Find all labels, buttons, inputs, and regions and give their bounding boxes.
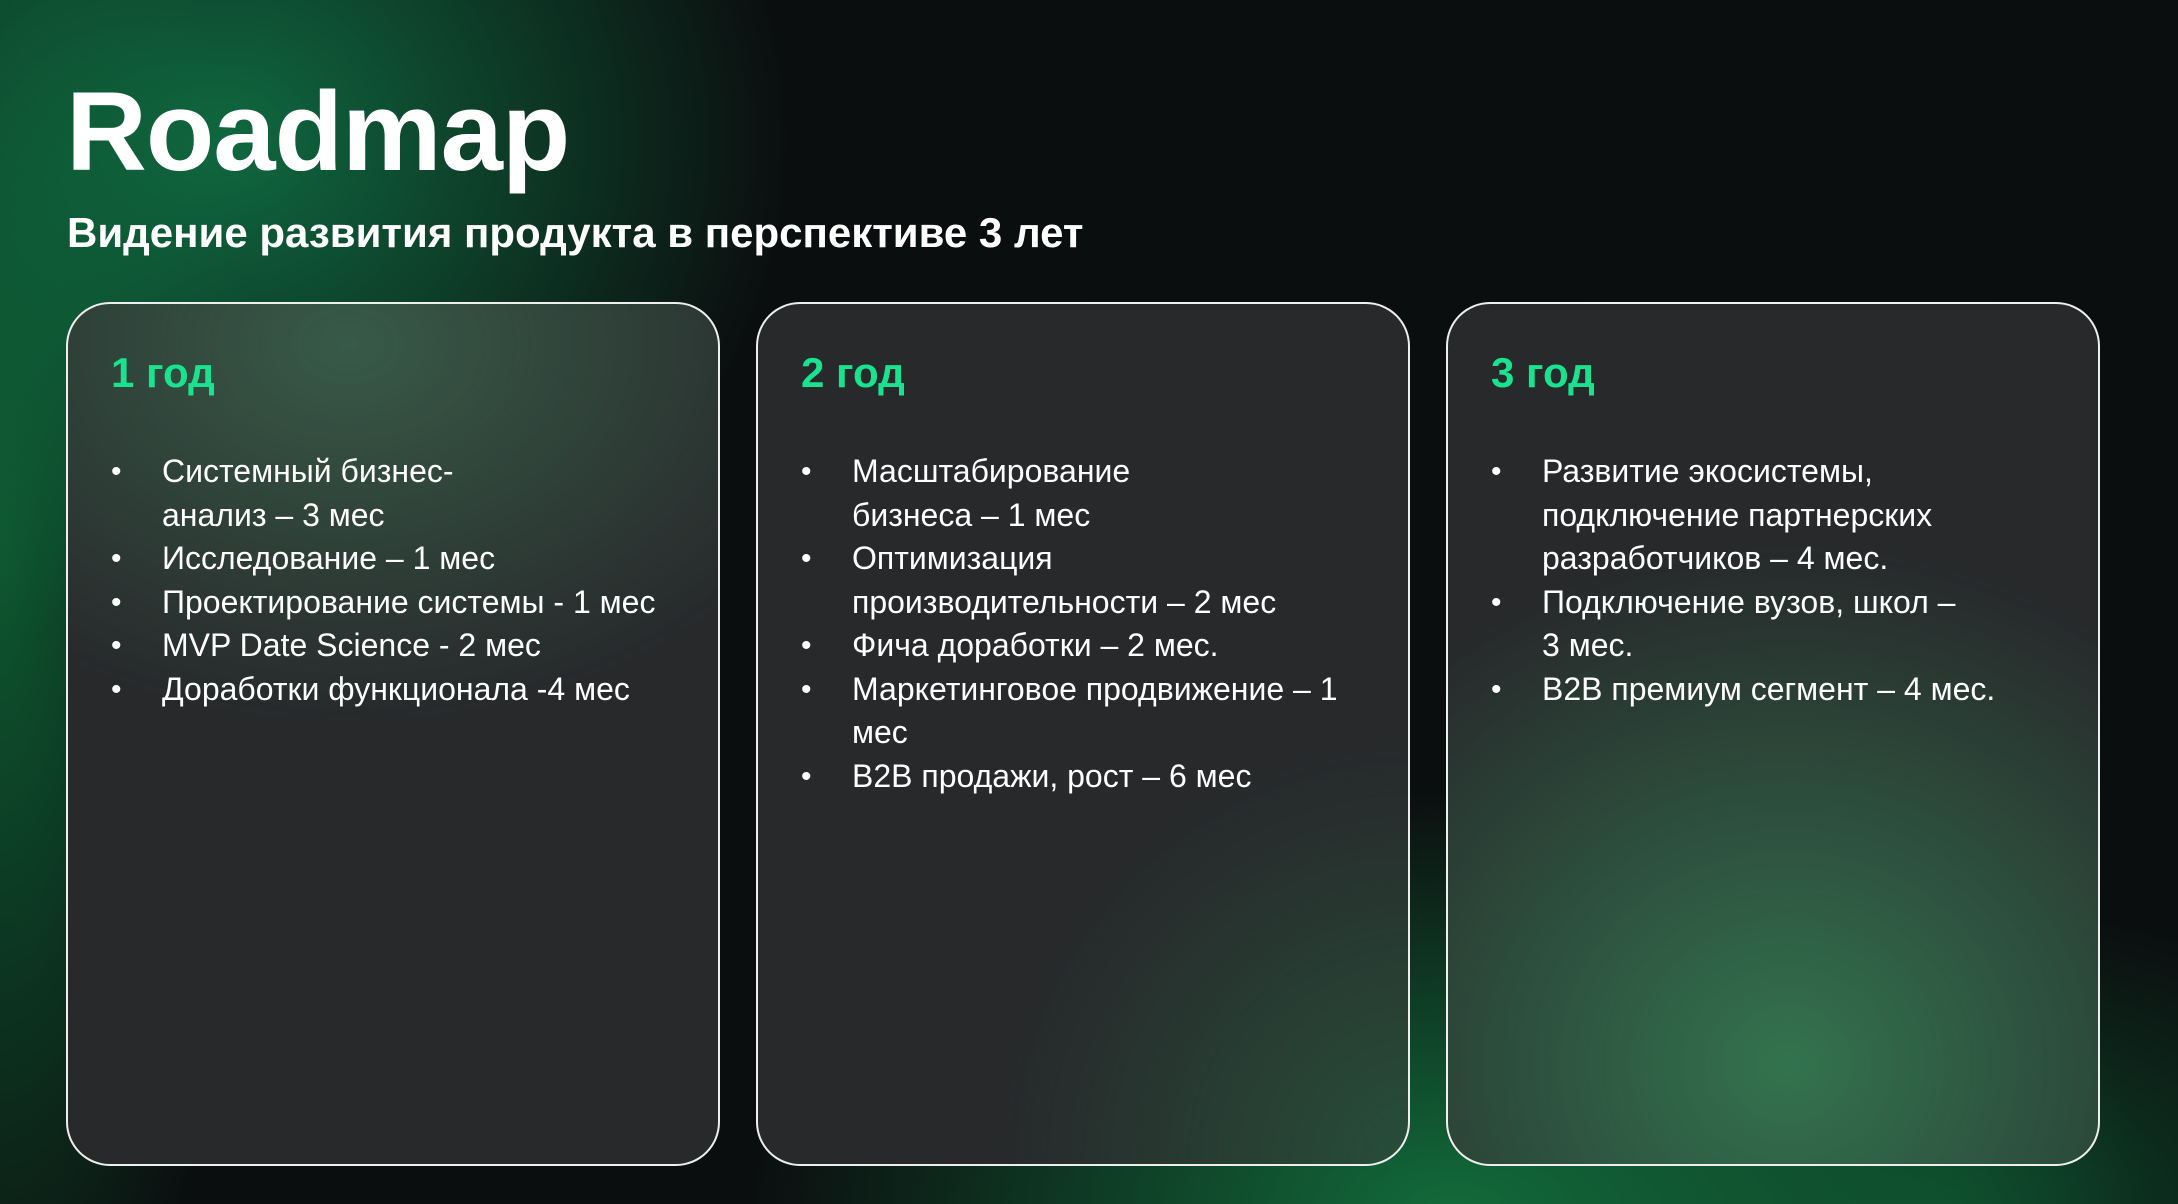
roadmap-card-year-1: 1 год Системный бизнес-анализ – 3 мес Ис…: [66, 302, 720, 1166]
list-item: Подключение вузов, школ – 3 мес.: [1491, 581, 1962, 668]
card-list-year-2: Масштабирование бизнеса – 1 мес Оптимиза…: [801, 450, 1386, 798]
card-list-year-1: Системный бизнес-анализ – 3 мес Исследов…: [111, 450, 696, 711]
list-item: Доработки функционала -4 мес: [111, 668, 696, 712]
list-item: Маркетинговое продвижение – 1 мес: [801, 668, 1352, 755]
list-item: Фича доработки – 2 мес.: [801, 624, 1386, 668]
list-item: Развитие экосистемы, подключение партнер…: [1491, 450, 1962, 581]
card-heading-year-2: 2 год: [801, 349, 905, 396]
card-heading-year-3: 3 год: [1491, 349, 1595, 396]
list-item: Оптимизация производительности – 2 мес: [801, 537, 1322, 624]
list-item: Исследование – 1 мес: [111, 537, 696, 581]
roadmap-card-year-3: 3 год Развитие экосистемы, подключение п…: [1446, 302, 2100, 1166]
list-item: B2B премиум сегмент – 4 мес.: [1491, 668, 2076, 712]
list-item: Масштабирование бизнеса – 1 мес: [801, 450, 1212, 537]
slide-title: Roadmap: [66, 69, 570, 194]
card-list-year-3: Развитие экосистемы, подключение партнер…: [1491, 450, 2076, 711]
list-item: Системный бизнес-анализ – 3 мес: [111, 450, 502, 537]
slide-subtitle: Видение развития продукта в перспективе …: [67, 209, 1084, 256]
card-heading-year-1: 1 год: [111, 349, 215, 396]
list-item: B2B продажи, рост – 6 мес: [801, 755, 1386, 799]
list-item: MVP Date Science - 2 мес: [111, 624, 696, 668]
roadmap-card-year-2: 2 год Масштабирование бизнеса – 1 мес Оп…: [756, 302, 1410, 1166]
list-item: Проектирование системы - 1 мес: [111, 581, 696, 625]
